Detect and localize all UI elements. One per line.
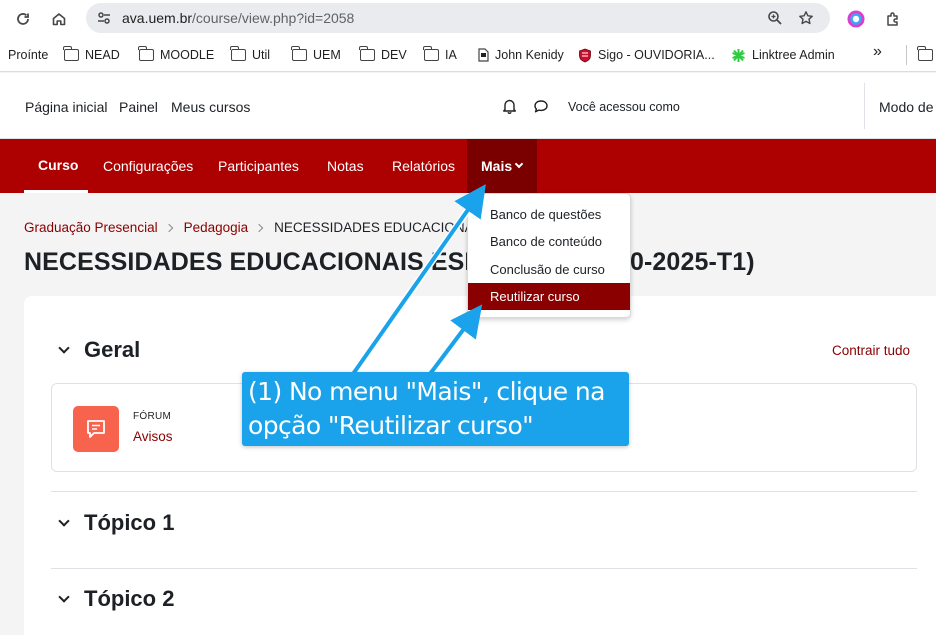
bookmark-label: Proínte xyxy=(8,48,49,62)
address-bar[interactable]: ava.uem.br/course/view.php?id=2058 xyxy=(86,3,830,33)
bookmarks-divider xyxy=(906,45,907,65)
menu-item-content-bank[interactable]: Banco de conteúdo xyxy=(468,228,630,255)
section-topico-2[interactable]: Tópico 2 xyxy=(58,584,360,614)
bookmark-label: MOODLE xyxy=(160,48,215,62)
annotation-callout: (1) No menu "Mais", clique na opção "Reu… xyxy=(242,372,629,446)
site-header: Página inicial Painel Meus cursos Você a… xyxy=(0,73,936,139)
tab-more-label: Mais xyxy=(481,158,513,174)
menu-item-course-completion[interactable]: Conclusão de curso xyxy=(468,256,630,283)
section-title: Tópico 1 xyxy=(84,510,175,535)
section-geral[interactable]: Geral xyxy=(58,335,360,365)
more-bookmarks-button[interactable]: » xyxy=(873,43,882,61)
menu-item-reuse-course[interactable]: Reutilizar curso xyxy=(468,283,630,310)
bookmark-util[interactable]: Util xyxy=(230,46,271,64)
nav-dashboard-link[interactable]: Painel xyxy=(119,99,158,115)
section-divider xyxy=(51,491,917,492)
bookmark-linktree-admin[interactable]: Linktree Admin xyxy=(731,46,835,64)
bookmark-moodle[interactable]: MOODLE xyxy=(138,46,215,64)
annotation-line-2: opção "Reutilizar curso" xyxy=(248,411,534,440)
bookmark-label: Sigo - OUVIDORIA... xyxy=(598,48,715,62)
folder-icon xyxy=(291,46,307,61)
chevron-right-icon xyxy=(254,223,264,232)
header-divider xyxy=(864,83,865,129)
forum-icon xyxy=(73,406,119,452)
page-title-end: 70-2025-T1) xyxy=(616,248,755,276)
bookmark-star-icon[interactable] xyxy=(795,7,817,29)
nav-my-courses-link[interactable]: Meus cursos xyxy=(171,99,250,115)
shield-icon xyxy=(579,48,591,62)
more-bookmarks-symbol: » xyxy=(873,43,882,60)
nav-home-link[interactable]: Página inicial xyxy=(25,99,108,115)
bookmark-sigo-ouvidoria[interactable]: Sigo - OUVIDORIA... xyxy=(578,46,715,64)
site-settings-icon[interactable] xyxy=(94,8,114,28)
chevron-right-icon xyxy=(164,223,173,232)
tab-reports[interactable]: Relatórios xyxy=(392,158,455,174)
tab-settings[interactable]: Configurações xyxy=(103,158,193,174)
breadcrumb-current: NECESSIDADES EDUCACIONAIS E xyxy=(274,220,500,235)
url-text: ava.uem.br/course/view.php?id=2058 xyxy=(122,10,354,26)
annotation-line-1: (1) No menu "Mais", clique na xyxy=(248,377,605,406)
active-tab-indicator xyxy=(24,190,88,193)
browser-toolbar: ava.uem.br/course/view.php?id=2058 xyxy=(0,0,936,37)
folder-icon xyxy=(138,46,154,61)
bookmark-label: IA xyxy=(445,48,457,62)
bookmark-john-kenidy[interactable]: John Kenidy xyxy=(478,46,564,64)
activity-type: FÓRUM xyxy=(133,411,172,422)
breadcrumb: Graduação Presencial Pedagogia NECESSIDA… xyxy=(24,220,499,235)
reload-icon[interactable] xyxy=(10,6,36,32)
page-title: NECESSIDADES EDUCACIONAIS ESP xyxy=(24,248,481,277)
more-dropdown-menu: Banco de questões Banco de conteúdo Conc… xyxy=(467,193,631,318)
tab-more[interactable]: Mais xyxy=(467,139,537,193)
section-divider xyxy=(51,568,917,569)
url-path: /course/view.php?id=2058 xyxy=(192,10,355,26)
folder-icon xyxy=(359,46,375,61)
folder-icon xyxy=(230,46,246,61)
breadcrumb-link-graduacao[interactable]: Graduação Presencial xyxy=(24,220,158,235)
tab-participants[interactable]: Participantes xyxy=(218,158,299,174)
chevron-down-icon[interactable] xyxy=(58,342,70,354)
section-topico-1[interactable]: Tópico 1 xyxy=(58,508,360,538)
bookmark-label: UEM xyxy=(313,48,341,62)
linktree-icon xyxy=(732,48,745,62)
bookmark-nead[interactable]: NEAD xyxy=(63,46,120,64)
bookmark-prointe[interactable]: Proínte xyxy=(8,46,48,64)
bookmark-label: Util xyxy=(252,48,271,62)
bookmark-folder-overflow[interactable] xyxy=(917,46,933,64)
folder-icon xyxy=(917,46,933,61)
extensions-icon[interactable] xyxy=(880,6,906,32)
zoom-icon[interactable] xyxy=(764,7,786,29)
tab-course[interactable]: Curso xyxy=(38,157,78,173)
messages-chat-icon[interactable] xyxy=(531,96,551,116)
url-host: ava.uem.br xyxy=(122,10,193,26)
folder-icon xyxy=(423,46,439,61)
chevron-down-icon[interactable] xyxy=(58,515,70,527)
bookmark-label: DEV xyxy=(381,48,407,62)
edit-mode-toggle[interactable]: Modo de xyxy=(879,99,933,115)
bookmark-label: NEAD xyxy=(85,48,120,62)
bookmark-uem[interactable]: UEM xyxy=(291,46,341,64)
chevron-down-icon[interactable] xyxy=(58,591,70,603)
chevron-down-icon xyxy=(514,159,524,169)
bookmarks-bar: Proínte NEAD MOODLE Util UEM DEV IA John… xyxy=(0,37,936,72)
logged-in-as-text: Você acessou como xyxy=(568,100,680,114)
home-icon[interactable] xyxy=(46,6,72,32)
bookmark-ia[interactable]: IA xyxy=(423,46,457,64)
folder-icon xyxy=(63,46,79,61)
bookmark-dev[interactable]: DEV xyxy=(359,46,407,64)
menu-item-question-bank[interactable]: Banco de questões xyxy=(468,201,630,228)
section-title: Geral xyxy=(84,337,141,362)
bookmark-label: Linktree Admin xyxy=(752,48,835,62)
bookmark-label: John Kenidy xyxy=(495,48,564,62)
activity-link[interactable]: Avisos xyxy=(133,429,173,444)
course-secondary-nav: Curso Configurações Participantes Notas … xyxy=(0,139,936,193)
breadcrumb-link-pedagogia[interactable]: Pedagogia xyxy=(184,220,249,235)
page-title-start: NECESSIDADES EDUCACIONAIS ESP xyxy=(24,248,482,276)
tab-grades[interactable]: Notas xyxy=(327,158,364,174)
color-extension-icon[interactable] xyxy=(843,6,869,32)
section-title: Tópico 2 xyxy=(84,586,175,611)
page-icon xyxy=(478,48,489,62)
collapse-all-link[interactable]: Contrair tudo xyxy=(832,343,910,358)
notifications-bell-icon[interactable] xyxy=(499,96,519,116)
